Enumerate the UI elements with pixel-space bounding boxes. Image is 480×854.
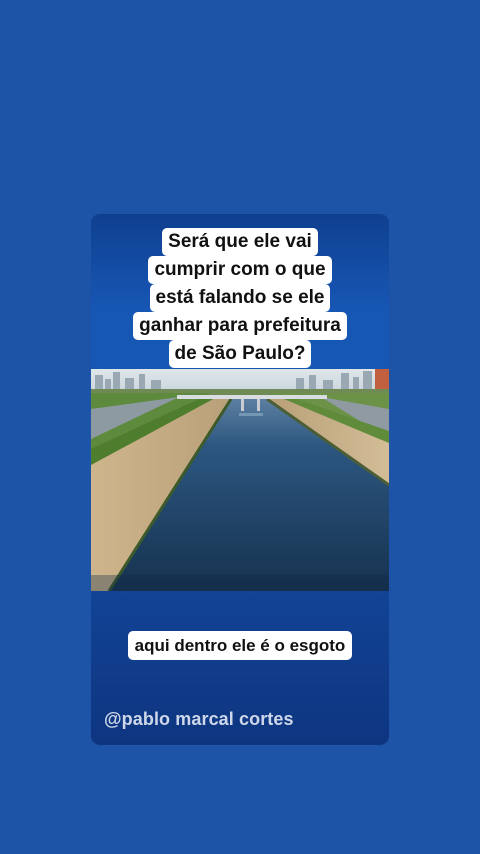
- question-line-1: Será que ele vai: [162, 228, 318, 256]
- story-card: Será que ele vai cumprir com o que está …: [91, 214, 389, 745]
- question-line-5: de São Paulo?: [168, 340, 312, 368]
- creator-watermark: @pablo marcal cortes: [104, 709, 294, 729]
- question-line-2: cumprir com o que: [148, 256, 332, 284]
- bottom-caption: aqui dentro ele é o esgoto: [91, 631, 389, 660]
- river-photo: [91, 369, 389, 591]
- bottom-caption-text: aqui dentro ele é o esgoto: [127, 631, 353, 660]
- question-line-3: está falando se ele: [149, 284, 331, 312]
- question-caption: Será que ele vai cumprir com o que está …: [91, 228, 389, 368]
- question-line-4: ganhar para prefeitura: [133, 312, 347, 340]
